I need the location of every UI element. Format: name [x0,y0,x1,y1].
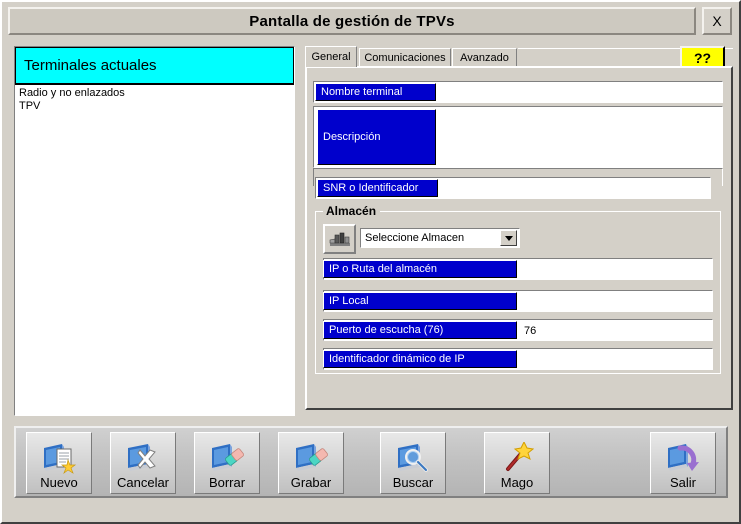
almacen-group-rule-right [380,211,721,212]
cancelar-button[interactable]: Cancelar [110,432,176,494]
id-dinamico-input[interactable] [519,349,716,371]
close-button[interactable]: X [702,7,732,35]
descripcion-input[interactable] [439,109,726,169]
nombre-terminal-input[interactable] [439,82,726,104]
grabar-label: Grabar [290,475,332,490]
almacen-combo[interactable]: Seleccione Almacen [360,228,520,248]
save-eraser-icon [294,441,328,475]
almacen-group-legend: Almacén [323,204,380,218]
tab-general-label: General [311,51,351,63]
tab-avanzado-label: Avanzado [460,52,509,64]
snr-label: SNR o Identificador [317,179,438,197]
tab-comunicaciones-label: Comunicaciones [364,52,446,64]
puerto-escucha-label: Puerto de escucha (76) [323,321,517,339]
window-titlebar: Pantalla de gestión de TPVs [8,7,696,35]
pos-management-window: Pantalla de gestión de TPVs X Terminales… [0,0,741,524]
tab-comunicaciones[interactable]: Comunicaciones [359,48,451,67]
buscar-label: Buscar [392,475,434,490]
snr-input[interactable] [441,178,713,200]
tabstrip: General Comunicaciones Avanzado [305,46,733,68]
terminals-list-header: Terminales actuales [15,47,294,84]
list-item[interactable]: TPV [15,100,294,113]
borrar-label: Borrar [208,475,246,490]
help-label: ?? [693,49,712,66]
chevron-down-icon[interactable] [500,230,517,246]
tab-avanzado[interactable]: Avanzado [452,48,517,67]
terminals-list[interactable]: Radio y no enlazados TPV [15,84,294,415]
warehouse-icon [329,232,350,246]
window-title: Pantalla de gestión de TPVs [249,12,455,30]
almacen-combo-value: Seleccione Almacen [365,232,465,244]
borrar-button[interactable]: Borrar [194,432,260,494]
eraser-icon [210,441,244,475]
ip-ruta-input[interactable] [519,259,716,281]
mago-button[interactable]: Mago [484,432,550,494]
mago-label: Mago [500,475,534,490]
salir-label: Salir [669,475,696,490]
exit-arrow-icon [666,441,700,475]
nuevo-label: Nuevo [40,475,78,490]
tab-general[interactable]: General [305,46,357,67]
magnifier-icon [396,441,430,475]
magic-wand-icon [500,441,534,475]
puerto-escucha-input[interactable] [519,320,716,342]
nombre-terminal-label: Nombre terminal [315,83,436,101]
new-document-icon [42,441,76,475]
salir-button[interactable]: Salir [650,432,716,494]
ip-local-label: IP Local [323,292,517,310]
buscar-button[interactable]: Buscar [380,432,446,494]
id-dinamico-label: Identificador dinámico de IP [323,350,517,368]
nuevo-button[interactable]: Nuevo [26,432,92,494]
ip-local-input[interactable] [519,291,716,313]
descripcion-label: Descripción [317,109,436,165]
terminals-list-header-label: Terminales actuales [24,57,157,74]
list-item[interactable]: Radio y no enlazados [15,85,294,100]
cancel-x-icon [126,441,160,475]
grabar-button[interactable]: Grabar [278,432,344,494]
close-icon: X [712,13,722,29]
warehouse-picker-button[interactable] [323,224,356,254]
ip-ruta-label: IP o Ruta del almacén [323,260,517,278]
cancelar-label: Cancelar [116,475,170,490]
